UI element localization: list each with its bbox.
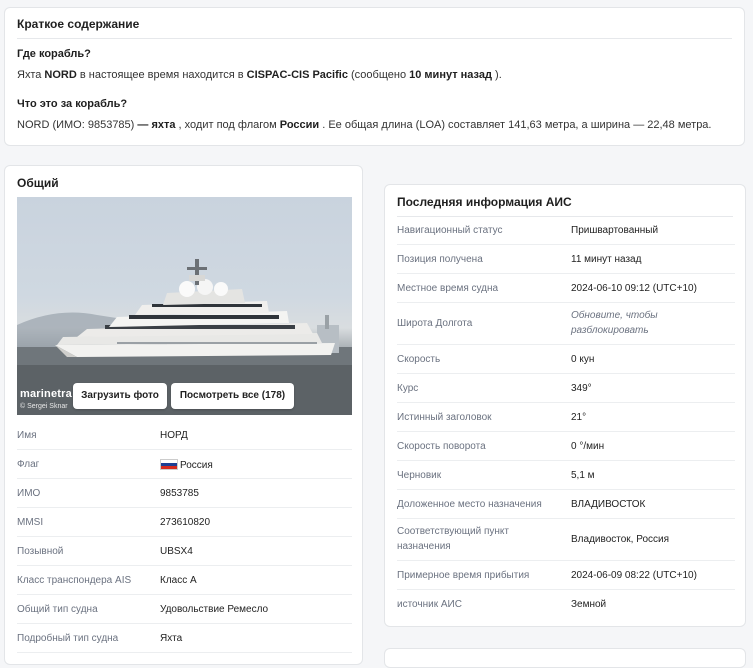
ais-row-speed: Скорость 0 кун [397,345,735,374]
row-label: Местное время судна [397,283,499,294]
row-label: MMSI [17,517,44,528]
ais-row-lat-lon: Широта Долгота Обновите, чтобы разблокир… [397,303,735,345]
vessel-type: яхта [148,119,176,131]
view-all-photos-button[interactable]: Посмотреть все (178) [171,383,294,409]
row-value: 0 °/мин [571,441,605,452]
row-label: Скорость [397,354,441,365]
row-label: Подробный тип судна [17,633,119,644]
row-label: Курс [397,383,419,394]
unlock-position-link[interactable]: Обновите, чтобы разблокировать [571,308,691,338]
row-label: Доложенное место назначения [397,499,542,510]
row-value: Удовольствие Ремесло [160,604,269,615]
row-value: Владивосток, Россия [571,534,670,545]
summary-card: Краткое содержание Где корабль? Яхта NOR… [4,7,745,146]
what-question: Что это за корабль? [17,98,128,110]
ais-title: Последняя информация АИС [397,195,572,209]
what-answer: NORD (ИМО: 9853785) — яхта , ходит под ф… [17,119,712,131]
ais-row-matched-destination: Соответствующий пункт назначения Владиво… [397,519,735,561]
general-row-name: Имя НОРД [17,421,352,450]
photo-watermark: marinetra [20,388,72,400]
summary-divider [17,38,732,39]
ais-row-course: Курс 349° [397,374,735,403]
ais-table: Навигационный статус Пришвартованный Поз… [397,216,735,619]
ais-row-draught: Черновик 5,1 м [397,461,735,490]
general-card: Общий marinetra © Sergei Sknar Загрузить… [4,165,363,665]
row-value: Земной [571,599,607,610]
row-value: 21° [571,412,587,423]
vessel-photo[interactable]: marinetra © Sergei Sknar Загрузить фото … [17,197,352,415]
general-row-ais-class: Класс транспондера AIS Класс А [17,566,352,595]
row-value: 273610820 [160,517,211,528]
row-value: Пришвартованный [571,225,659,236]
row-label: источник АИС [397,599,462,610]
row-label: Примерное время прибытия [397,570,530,581]
general-row-flag: Флаг Россия [17,450,352,479]
report-age: 10 минут назад [409,69,492,81]
ais-row-position-received: Позиция получена 11 минут назад [397,245,735,274]
general-row-mmsi: MMSI 273610820 [17,508,352,537]
row-value: 11 минут назад [571,254,642,265]
row-label: Скорость поворота [397,441,486,452]
russia-flag-icon [160,459,178,470]
summary-title: Краткое содержание [17,17,140,31]
general-table: Имя НОРД Флаг Россия ИМО 9853785 MMSI 27… [17,421,352,653]
ais-row-heading: Истинный заголовок 21° [397,403,735,432]
row-value: Класс А [160,575,197,586]
ais-card: Последняя информация АИС Навигационный с… [384,184,746,627]
row-value: 2024-06-09 08:22 (UTC+10) [571,570,697,581]
ais-row-rate-of-turn: Скорость поворота 0 °/мин [397,432,735,461]
row-value: ВЛАДИВОСТОК [571,499,646,510]
general-row-imo: ИМО 9853785 [17,479,352,508]
row-label: Соответствующий пункт назначения [397,526,509,552]
row-label: Широта Долгота [397,318,473,329]
row-label: ИМО [17,488,41,499]
row-label: Общий тип судна [17,604,98,615]
row-value: UBSX4 [160,546,193,557]
row-label: Класс транспондера AIS [17,575,132,586]
flag-country: России [279,119,320,131]
row-label: Позывной [17,546,64,557]
row-value: 5,1 м [571,470,595,481]
row-value: 9853785 [160,488,199,499]
row-value: Россия [180,460,213,471]
ais-row-eta: Примерное время прибытия 2024-06-09 08:2… [397,561,735,590]
area-name: CISPAC-CIS Pacific [246,69,348,81]
row-label: Черновик [397,470,442,481]
row-label: Флаг [17,459,40,470]
ais-row-local-time: Местное время судна 2024-06-10 09:12 (UT… [397,274,735,303]
row-label: Имя [17,430,37,441]
row-label: Навигационный статус [397,225,503,236]
row-value: 349° [571,383,592,394]
general-row-callsign: Позывной UBSX4 [17,537,352,566]
general-row-detailed-type: Подробный тип судна Яхта [17,624,352,653]
ais-row-reported-destination: Доложенное место назначения ВЛАДИВОСТОК [397,490,735,519]
row-value: 2024-06-10 09:12 (UTC+10) [571,283,697,294]
ais-row-source: источник АИС Земной [397,590,735,619]
vessel-name: NORD [44,69,77,81]
row-label: Позиция получена [397,254,483,265]
general-row-general-type: Общий тип судна Удовольствие Ремесло [17,595,352,624]
upload-photo-button[interactable]: Загрузить фото [73,383,167,409]
ais-row-nav-status: Навигационный статус Пришвартованный [397,216,735,245]
general-title: Общий [17,176,59,190]
row-value: Яхта [160,633,183,644]
row-value: 0 кун [571,354,595,365]
where-question: Где корабль? [17,48,91,60]
row-value: НОРД [160,430,188,441]
where-answer: Яхта NORD в настоящее время находится в … [17,69,502,81]
next-card [384,648,746,668]
row-label: Истинный заголовок [397,412,492,423]
photo-credit: © Sergei Sknar [20,403,68,410]
